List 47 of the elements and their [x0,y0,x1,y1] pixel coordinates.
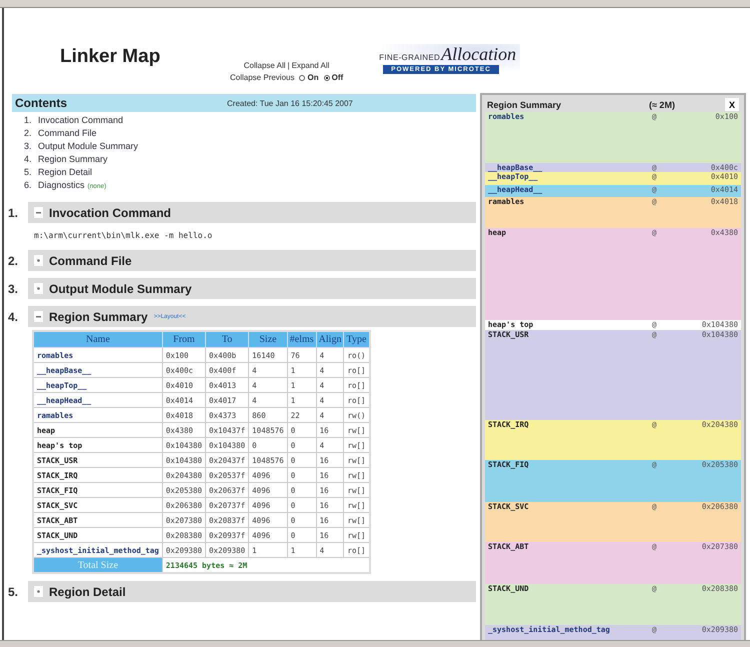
column-header: #elms [287,331,316,348]
contents-link[interactable]: Invocation Command [38,115,124,125]
close-button[interactable]: X [724,98,739,111]
column-header: Align [316,331,344,348]
item-number: 6. [24,180,33,190]
collapse-all-link[interactable]: Collapse All [244,61,286,70]
collapse-icon[interactable] [34,207,43,218]
column-header: Type [344,331,370,348]
radio-option[interactable]: On [299,73,319,82]
radio-option[interactable]: Off [324,73,344,82]
section-number: 1. [7,206,20,220]
section-header[interactable]: Invocation Command [28,202,476,223]
item-number: 5. [24,167,33,177]
section-header[interactable]: Region Detail [28,581,476,602]
section-header[interactable]: Command File [28,250,476,271]
expand-icon[interactable] [34,255,43,266]
command-line: m:\arm\current\bin\mlk.exe -m hello.o [34,231,212,240]
panel-title: Region Summary [487,100,562,110]
section-number: 5. [7,584,20,598]
collapse-previous-label: Collapse Previous [230,73,294,82]
column-header: From [162,331,206,348]
column-header: To [206,331,249,348]
item-number: 1. [24,115,33,125]
separator: | [288,61,290,70]
section-number: 2. [7,254,20,268]
contents-link[interactable]: Region Summary [38,154,108,164]
contents-link[interactable]: Region Detail [38,167,92,177]
panel-size: (≈ 2M) [649,100,676,110]
section-header[interactable]: Output Module Summary [28,278,476,299]
expand-all-link[interactable]: Expand All [292,61,330,70]
created-date: Created: Tue Jan 16 15:20:45 2007 [227,98,353,108]
column-header: Size [248,331,288,348]
expand-icon[interactable] [34,586,43,597]
expand-icon[interactable] [34,283,43,294]
item-number: 4. [24,154,33,164]
item-number: 2. [24,128,33,138]
contents-link[interactable]: Diagnostics [38,180,85,190]
item-number: 3. [24,141,33,151]
contents-link[interactable]: Command File [38,128,97,138]
collapse-icon[interactable] [34,311,43,322]
section-number: 4. [7,310,20,324]
page-title: Linker Map [60,46,162,68]
total-label: Total Size [33,558,162,573]
column-header: Name [33,331,162,348]
section-number: 3. [7,282,20,296]
contents-link[interactable]: Output Module Summary [38,141,138,151]
contents-title: Contents [15,96,68,110]
